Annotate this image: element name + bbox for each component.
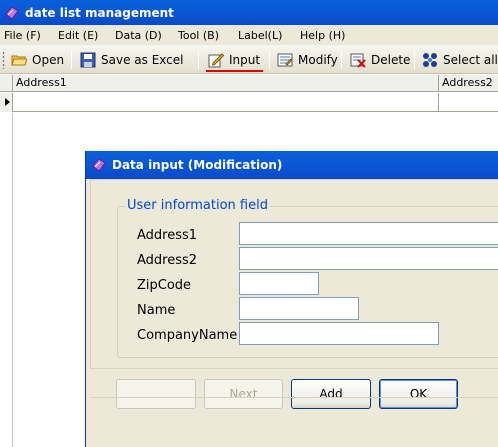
delete-label: Delete bbox=[371, 53, 411, 67]
open-button[interactable]: Open bbox=[11, 50, 64, 70]
toolbar-separator bbox=[414, 51, 415, 69]
modify-label: Modify bbox=[298, 53, 338, 67]
select-all-label: Select all bbox=[443, 53, 498, 67]
toolbar-separator bbox=[71, 51, 72, 69]
toolbar-separator bbox=[269, 51, 270, 69]
menu-data[interactable]: Data (D) bbox=[115, 29, 162, 42]
row-header-strip bbox=[0, 113, 13, 447]
menu-tool[interactable]: Tool (B) bbox=[178, 29, 219, 42]
input-button[interactable]: Input bbox=[208, 50, 260, 70]
main-titlebar[interactable]: date list management bbox=[0, 0, 498, 25]
menu-file[interactable]: File (F) bbox=[4, 29, 41, 42]
toolbar-separator bbox=[198, 51, 199, 69]
save-excel-label: Save as Excel bbox=[101, 53, 184, 67]
toolbar-separator bbox=[341, 51, 342, 69]
company-name-field[interactable] bbox=[239, 322, 439, 345]
table-row[interactable] bbox=[0, 93, 498, 112]
dialog-bottom-divider bbox=[90, 397, 498, 447]
button-panel: Next Add OK bbox=[90, 369, 498, 447]
grid-corner[interactable] bbox=[0, 75, 13, 92]
dialog-title: Data input (Modification) bbox=[112, 158, 283, 172]
input-label: Input bbox=[229, 53, 261, 67]
save-icon bbox=[80, 52, 96, 68]
menu-bar: File (F) Edit (E) Data (D) Tool (B) Labe… bbox=[0, 25, 498, 45]
edit-icon bbox=[208, 53, 224, 68]
toolbar-grip[interactable] bbox=[2, 51, 5, 69]
input-highlight-underline bbox=[206, 70, 263, 72]
delete-icon bbox=[350, 53, 366, 68]
app-icon bbox=[5, 5, 19, 20]
address1-field[interactable] bbox=[239, 222, 498, 245]
menu-label[interactable]: Label(L) bbox=[238, 29, 282, 42]
table-cell[interactable] bbox=[13, 93, 439, 112]
modify-icon bbox=[277, 53, 293, 67]
window-title: date list management bbox=[25, 5, 174, 20]
row-indicator-arrow-icon bbox=[0, 93, 13, 112]
dialog-titlebar[interactable]: Data input (Modification) bbox=[86, 151, 498, 179]
column-header-address2[interactable]: Address2 bbox=[439, 75, 498, 92]
open-label: Open bbox=[32, 53, 65, 67]
name-field[interactable] bbox=[239, 297, 359, 320]
dialog-body: User information field Address1 Address2… bbox=[90, 179, 498, 447]
address2-label: Address2 bbox=[137, 253, 198, 268]
column-header-address1[interactable]: Address1 bbox=[13, 75, 439, 92]
app-icon bbox=[92, 158, 106, 172]
zipcode-label: ZipCode bbox=[137, 278, 192, 293]
menu-help[interactable]: Help (H) bbox=[300, 29, 345, 42]
group-title: User information field bbox=[125, 198, 270, 213]
address1-label: Address1 bbox=[137, 228, 198, 243]
delete-button[interactable]: Delete bbox=[350, 50, 410, 70]
table-cell[interactable] bbox=[439, 93, 498, 112]
modify-button[interactable]: Modify bbox=[277, 50, 338, 70]
company-name-label: CompanyName bbox=[137, 328, 238, 343]
zipcode-field[interactable] bbox=[239, 272, 319, 295]
folder-icon bbox=[11, 55, 27, 66]
form-panel: User information field Address1 Address2… bbox=[90, 179, 498, 369]
name-label: Name bbox=[137, 303, 176, 318]
select-all-button[interactable]: Select all bbox=[422, 50, 498, 70]
save-excel-button[interactable]: Save as Excel bbox=[80, 50, 183, 70]
address2-field[interactable] bbox=[239, 247, 498, 270]
menu-edit[interactable]: Edit (E) bbox=[58, 29, 98, 42]
data-input-dialog: Data input (Modification) User informati… bbox=[85, 151, 498, 447]
select-all-icon bbox=[423, 53, 437, 67]
grid-header: Address1 Address2 bbox=[0, 75, 498, 92]
